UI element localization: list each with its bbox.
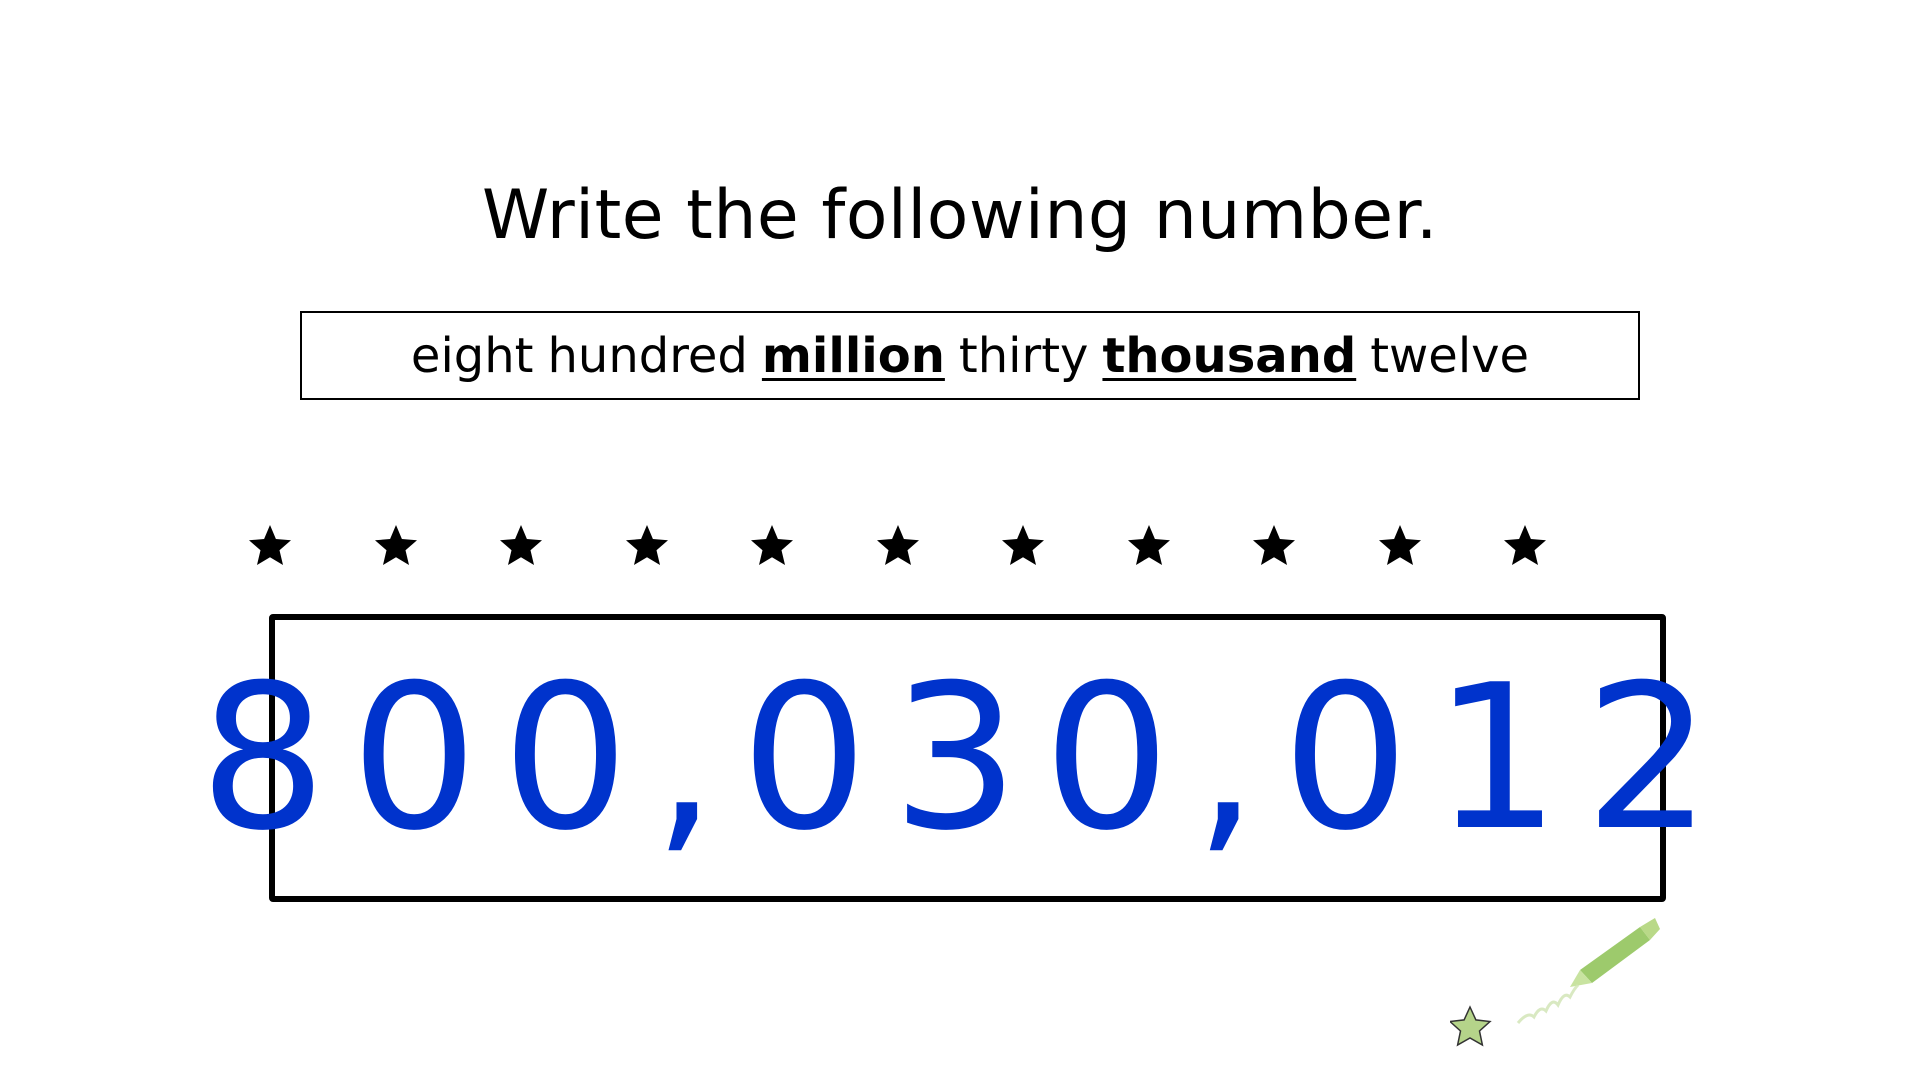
star-icon (1002, 525, 1044, 565)
scribble-trail (1516, 983, 1580, 1024)
small-star-icon (1450, 1005, 1492, 1047)
star-icon (876, 525, 919, 565)
star-pen-icon (1450, 918, 1660, 1047)
number-word: hundred (547, 327, 748, 384)
number-word: thirty (958, 327, 1089, 384)
number-word: twelve (1370, 327, 1530, 384)
star-icon (249, 525, 291, 565)
star-icon (625, 525, 668, 565)
place-value-star-row (249, 522, 1670, 582)
star-icon (1253, 525, 1295, 565)
number-word-thousand: thousand (1102, 327, 1357, 384)
page-title: Write the following number. (482, 176, 1438, 255)
number-word: eight (410, 327, 534, 384)
number-words-box: eight hundred million thirty thousand tw… (300, 311, 1640, 400)
star-icon (1127, 525, 1170, 565)
star-icon (1378, 525, 1421, 565)
star-icon (500, 525, 542, 565)
pen-icon (1570, 918, 1660, 987)
star-icon (1504, 525, 1546, 565)
answer-box: 800,030,012 (199, 614, 1736, 902)
answer-number: 800,030,012 (199, 641, 1736, 875)
star-icon (374, 525, 417, 565)
star-icon (751, 525, 793, 565)
number-word-million: million (761, 327, 945, 384)
